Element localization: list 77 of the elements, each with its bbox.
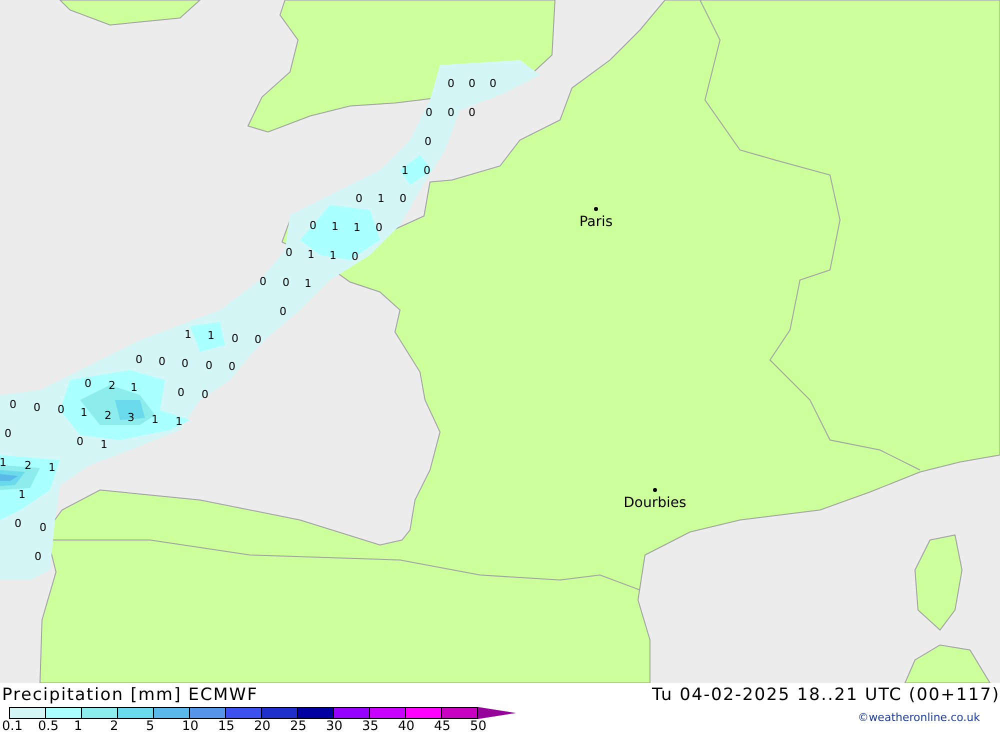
scale-tick-label: 45 (434, 719, 452, 733)
precipitation-value-label: 0 (58, 403, 64, 416)
precipitation-value-label: 0 (400, 192, 406, 205)
city-dot-icon (653, 488, 657, 492)
precipitation-value-label: 0 (76, 435, 84, 448)
precipitation-value-label: 0 (136, 353, 142, 366)
scale-tick-label: 30 (326, 719, 344, 733)
city-label: Dourbies (624, 495, 686, 511)
precipitation-value-label: 1 (100, 438, 108, 451)
scale-tick-label: 0.1 (2, 719, 24, 733)
precipitation-value-label: 1 (304, 277, 312, 290)
valid-time-label: Tu 04-02-2025 18..21 UTC (00+117) (652, 685, 1000, 705)
precipitation-value-label: 0 (280, 305, 286, 318)
precipitation-value-label: 1 (80, 406, 88, 419)
precipitation-value-label: 1 (152, 413, 158, 426)
precipitation-value-label: 1 (354, 221, 360, 234)
precipitation-value-label: 0 (376, 221, 382, 234)
city-dot-icon (594, 207, 598, 211)
precipitation-value-label: 0 (468, 106, 476, 119)
precipitation-value-label: 1 (308, 248, 314, 261)
precipitation-value-label: 0 (206, 359, 212, 372)
precipitation-value-label: 1 (130, 381, 138, 394)
precipitation-value-label: 1 (402, 164, 408, 177)
precipitation-value-label: 0 (468, 77, 476, 90)
scale-tick-label: 0.5 (38, 719, 60, 733)
scale-tick-label: 10 (182, 719, 200, 733)
credit-link[interactable]: ©weatheronline.co.uk (858, 711, 980, 733)
city-label: Paris (579, 214, 613, 230)
precipitation-value-label: 0 (182, 357, 188, 370)
precipitation-value-label: 0 (448, 77, 454, 90)
precipitation-value-label: 0 (178, 386, 184, 399)
precipitation-value-label: 0 (424, 135, 432, 148)
precipitation-value-label: 1 (0, 456, 6, 469)
precipitation-value-label: 3 (128, 411, 134, 424)
scale-tick-label: 35 (362, 719, 380, 733)
precipitation-value-label: 0 (34, 401, 40, 414)
precipitation-value-label: 1 (18, 488, 26, 501)
precipitation-value-label: 0 (490, 77, 496, 90)
scale-tick-label: 25 (290, 719, 308, 733)
precipitation-value-label: 0 (14, 517, 22, 530)
scale-tick-label: 15 (218, 719, 236, 733)
precipitation-value-label: 1 (330, 249, 336, 262)
precipitation-value-label: 1 (208, 329, 214, 342)
precipitation-value-label: 1 (332, 220, 338, 233)
precipitation-value-label: 0 (4, 427, 12, 440)
precipitation-value-label: 2 (104, 409, 112, 422)
precipitation-value-label: 0 (282, 276, 290, 289)
precipitation-value-label: 1 (184, 328, 192, 341)
scale-tick-label: 20 (254, 719, 272, 733)
precipitation-value-label: 1 (176, 415, 182, 428)
precipitation-value-label: 2 (24, 459, 32, 472)
scale-tick-label: 5 (146, 719, 156, 733)
precipitation-value-label: 0 (10, 398, 16, 411)
chart-title: Precipitation [mm] ECMWF (2, 685, 258, 705)
precipitation-value-label: 1 (378, 192, 384, 205)
precipitation-value-label: 0 (356, 192, 362, 205)
precipitation-value-label: 0 (84, 377, 92, 390)
precipitation-value-label: 0 (448, 106, 454, 119)
scale-tick-label: 2 (110, 719, 120, 733)
precipitation-value-label: 0 (424, 164, 430, 177)
precipitation-value-label: 0 (40, 521, 46, 534)
precipitation-value-label: 0 (34, 550, 42, 563)
precipitation-value-label: 0 (426, 106, 432, 119)
precipitation-value-label: 0 (260, 275, 266, 288)
precipitation-value-label: 0 (158, 355, 166, 368)
precipitation-value-label: 0 (352, 250, 358, 263)
precipitation-value-label: 0 (310, 219, 316, 232)
precipitation-value-label: 0 (202, 388, 208, 401)
scale-tick-label: 40 (398, 719, 416, 733)
scale-tick-label: 1 (74, 719, 84, 733)
precipitation-value-label: 0 (228, 360, 236, 373)
precipitation-value-label: 2 (108, 379, 116, 392)
precipitation-value-label: 0 (254, 333, 262, 346)
precipitation-value-label: 0 (286, 246, 292, 259)
precipitation-value-label: 1 (48, 461, 56, 474)
precipitation-value-label: 0 (232, 332, 238, 345)
scale-tick-label: 50 (470, 719, 488, 733)
